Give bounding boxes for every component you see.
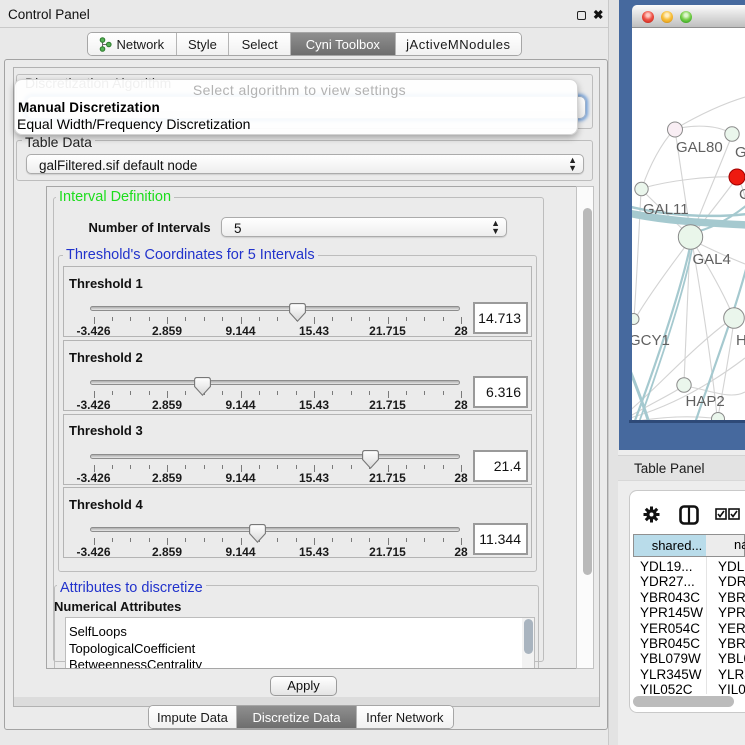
svg-text:GAL80: GAL80 [676, 139, 723, 156]
svg-text:GAL4: GAL4 [693, 251, 731, 268]
svg-text:HAP2: HAP2 [686, 393, 725, 410]
svg-text:GAL11: GAL11 [643, 201, 689, 218]
svg-text:H: H [736, 332, 745, 349]
svg-text:C: C [739, 186, 745, 203]
svg-text:GA: GA [735, 144, 745, 161]
svg-text:GCY1: GCY1 [632, 332, 670, 349]
